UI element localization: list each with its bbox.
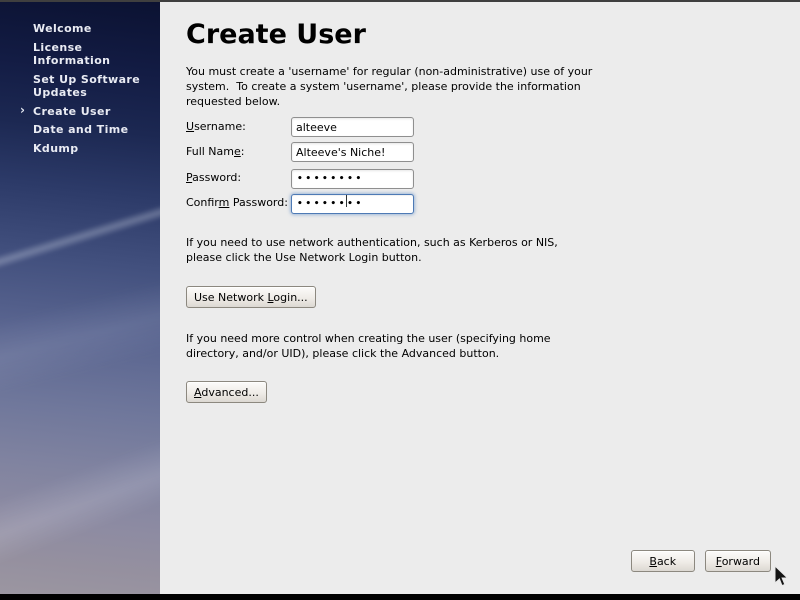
sidebar-item-label: License Information	[33, 41, 110, 68]
sidebar-cloud-streak	[0, 274, 160, 400]
sidebar-cloud-streak	[0, 433, 160, 571]
sidebar-item-label: Set Up Software Updates	[33, 73, 140, 100]
username-label: Username:	[186, 120, 291, 133]
window-bottom-edge	[0, 594, 800, 600]
text-cursor	[346, 195, 347, 207]
help-line: directory, and/or UID), please click the…	[186, 346, 551, 361]
help-line: If you need to use network authenticatio…	[186, 235, 558, 250]
wizard-steps-list: Welcome License Information Set Up Softw…	[0, 22, 160, 160]
username-row: Username:	[186, 116, 414, 137]
full-name-row: Full Name:	[186, 141, 414, 162]
window-top-edge	[0, 0, 800, 2]
confirm-password-row: Confirm Password:	[186, 192, 414, 213]
help-line: please click the Use Network Login butto…	[186, 250, 558, 265]
advanced-help-text: If you need more control when creating t…	[186, 331, 551, 361]
sidebar-item-date-and-time: Date and Time	[0, 123, 160, 137]
active-step-arrow-icon: ›	[20, 104, 25, 118]
sidebar-item-license-information: License Information	[0, 41, 160, 68]
advanced-button[interactable]: Advanced...	[186, 381, 267, 403]
help-line: If you need more control when creating t…	[186, 331, 551, 346]
sidebar-cloud-streak	[0, 195, 160, 279]
sidebar-item-label: Date and Time	[33, 123, 128, 136]
wizard-sidebar: Welcome License Information Set Up Softw…	[0, 2, 160, 594]
mouse-cursor-icon	[773, 565, 789, 588]
intro-line: system. To create a system 'username', p…	[186, 79, 592, 94]
password-input[interactable]	[291, 169, 414, 189]
network-login-help-text: If you need to use network authenticatio…	[186, 235, 558, 265]
wizard-navigation-buttons: Back Forward	[631, 550, 771, 572]
sidebar-item-label: Kdump	[33, 142, 79, 155]
intro-text: You must create a 'username' for regular…	[186, 64, 592, 109]
forward-button[interactable]: Forward	[705, 550, 771, 572]
sidebar-item-label: Create User	[33, 105, 111, 118]
confirm-password-input[interactable]	[291, 194, 414, 214]
full-name-input[interactable]	[291, 142, 414, 162]
wizard-content-panel: Create User You must create a 'username'…	[160, 2, 800, 594]
password-label: Password:	[186, 171, 291, 184]
full-name-label: Full Name:	[186, 145, 291, 158]
back-button[interactable]: Back	[631, 550, 695, 572]
sidebar-item-create-user: › Create User	[0, 105, 160, 119]
sidebar-item-kdump: Kdump	[0, 142, 160, 156]
sidebar-item-welcome: Welcome	[0, 22, 160, 36]
sidebar-item-label: Welcome	[33, 22, 92, 35]
intro-line: requested below.	[186, 94, 592, 109]
password-row: Password:	[186, 167, 414, 188]
confirm-password-label: Confirm Password:	[186, 196, 291, 209]
page-title: Create User	[186, 19, 366, 51]
sidebar-item-software-updates: Set Up Software Updates	[0, 73, 160, 100]
username-input[interactable]	[291, 117, 414, 137]
use-network-login-button[interactable]: Use Network Login...	[186, 286, 316, 308]
intro-line: You must create a 'username' for regular…	[186, 64, 592, 79]
